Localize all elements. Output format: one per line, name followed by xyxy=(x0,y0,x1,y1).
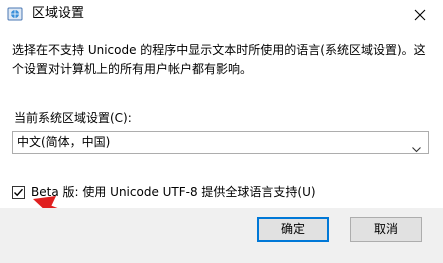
dialog-footer: 确定 取消 xyxy=(0,208,443,263)
ok-button[interactable]: 确定 xyxy=(257,217,329,242)
checkmark-icon xyxy=(14,188,24,196)
locale-dropdown-value: 中文(简体，中国) xyxy=(17,135,111,149)
dialog-content: 选择在不支持 Unicode 的程序中显示文本时所使用的语言(系统区域设置)。这… xyxy=(0,30,443,208)
globe-settings-icon xyxy=(7,6,23,22)
close-button[interactable] xyxy=(397,0,443,30)
beta-utf8-option[interactable]: Beta 版: 使用 Unicode UTF-8 提供全球语言支持(U) xyxy=(12,184,316,200)
chevron-down-icon xyxy=(412,139,421,153)
close-icon xyxy=(414,6,426,25)
window-title: 区域设置 xyxy=(32,6,85,21)
current-locale-label: 当前系统区域设置(C): xyxy=(14,111,132,125)
cancel-button[interactable]: 取消 xyxy=(350,217,422,242)
region-settings-dialog: 区域设置 选择在不支持 Unicode 的程序中显示文本时所使用的语言(系统区域… xyxy=(0,0,443,263)
beta-utf8-label: Beta 版: 使用 Unicode UTF-8 提供全球语言支持(U) xyxy=(31,185,316,199)
title-bar: 区域设置 xyxy=(0,0,443,30)
description-text: 选择在不支持 Unicode 的程序中显示文本时所使用的语言(系统区域设置)。这… xyxy=(12,43,426,76)
beta-utf8-checkbox[interactable] xyxy=(12,185,25,199)
locale-dropdown[interactable]: 中文(简体，中国) xyxy=(12,131,429,154)
